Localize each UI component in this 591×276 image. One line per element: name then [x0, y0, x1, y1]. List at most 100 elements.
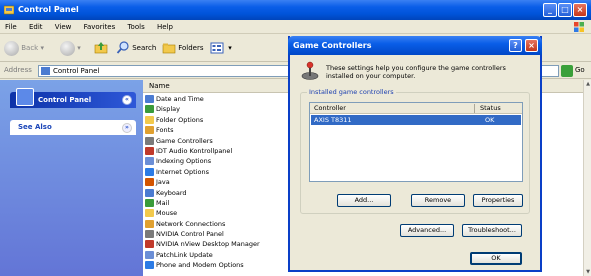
back-button[interactable]: Back ▾	[4, 40, 44, 56]
back-arrow-icon	[4, 40, 19, 56]
control-panel-item-icon	[145, 209, 154, 218]
control-panel-icon	[4, 5, 14, 15]
control-panel-section[interactable]: Control Panel «	[10, 88, 136, 108]
installed-controllers-group: Installed game controllers Controller St…	[300, 88, 530, 214]
list-item[interactable]: Date and Time	[143, 94, 260, 104]
column-separator[interactable]	[474, 104, 475, 113]
control-panel-item-icon	[145, 188, 154, 197]
up-folder-button[interactable]	[94, 40, 108, 56]
control-panel-item-icon	[145, 167, 154, 176]
task-pane: Control Panel « See Also »	[0, 80, 143, 276]
dialog-title: Game Controllers	[293, 41, 372, 50]
forward-button[interactable]: ▾	[60, 40, 81, 56]
go-arrow-icon[interactable]	[561, 65, 573, 77]
list-item[interactable]: Game Controllers	[143, 136, 260, 146]
help-button[interactable]: ?	[509, 39, 522, 52]
list-item-label: Game Controllers	[156, 136, 213, 145]
list-item-label: IDT Audio Kontrollpanel	[156, 146, 233, 155]
control-panel-small-icon	[41, 67, 50, 75]
control-panel-item-icon	[145, 178, 154, 187]
control-panel-item-icon	[145, 95, 154, 103]
ok-button[interactable]: OK	[470, 252, 522, 265]
menu-bar: File Edit View Favorites Tools Help	[0, 20, 591, 34]
list-item[interactable]: Mail	[143, 198, 260, 208]
joystick-icon	[301, 61, 319, 80]
control-panel-item-icon	[145, 250, 154, 259]
list-item[interactable]: NVIDIA nView Desktop Manager	[143, 239, 260, 249]
folders-icon	[162, 43, 176, 54]
list-item[interactable]: Folder Options	[143, 115, 260, 125]
control-panel-item-icon	[145, 261, 154, 270]
menu-tools[interactable]: Tools	[122, 20, 149, 34]
list-item[interactable]: Mouse	[143, 208, 260, 218]
up-folder-icon	[94, 42, 108, 54]
folders-button[interactable]: Folders	[162, 40, 204, 56]
list-item-label: Network Connections	[156, 219, 226, 228]
minimize-button[interactable]: _	[543, 3, 557, 17]
expand-chevron-icon[interactable]: »	[122, 123, 132, 133]
list-item-label: Java	[156, 178, 170, 187]
vertical-scrollbar[interactable]: ▲ ▼	[583, 80, 591, 276]
dialog-description: These settings help you configure the ga…	[326, 64, 506, 80]
views-button[interactable]: ▾	[210, 40, 232, 56]
list-item[interactable]: Indexing Options	[143, 156, 260, 166]
list-item-label: NVIDIA Control Panel	[156, 230, 224, 239]
items-list: Date and Time Display Folder Options Fonts G…	[143, 94, 260, 271]
list-item[interactable]: Display	[143, 104, 260, 114]
go-button[interactable]: Go	[575, 66, 585, 74]
controller-column-header[interactable]: Controller	[314, 103, 346, 114]
control-panel-item-icon	[145, 126, 154, 135]
status-column-header[interactable]: Status	[480, 103, 501, 114]
controllers-list[interactable]: Controller Status AXIS T8311 OK	[309, 102, 523, 182]
dialog-close-button[interactable]: ×	[525, 39, 538, 52]
views-icon	[210, 42, 224, 54]
list-item[interactable]: PatchLink Update	[143, 250, 260, 260]
list-item[interactable]: IDT Audio Kontrollpanel	[143, 146, 260, 156]
scroll-up-arrow[interactable]: ▲	[584, 80, 591, 88]
list-item-label: PatchLink Update	[156, 250, 213, 259]
list-item[interactable]: Phone and Modem Options	[143, 260, 260, 270]
remove-button[interactable]: Remove	[411, 194, 465, 207]
menu-edit[interactable]: Edit	[24, 20, 48, 34]
controller-name: AXIS T8311	[314, 116, 352, 124]
list-item-label: Display	[156, 105, 180, 114]
list-item[interactable]: Fonts	[143, 125, 260, 135]
control-panel-item-icon	[145, 230, 154, 239]
list-item-label: Folder Options	[156, 115, 204, 124]
list-item[interactable]: Network Connections	[143, 219, 260, 229]
list-item-label: Internet Options	[156, 167, 209, 176]
properties-button[interactable]: Properties	[473, 194, 523, 207]
menu-favorites[interactable]: Favorites	[79, 20, 121, 34]
controller-status: OK	[485, 116, 495, 124]
group-label: Installed game controllers	[307, 88, 396, 96]
game-controllers-dialog: Game Controllers ? × These settings help…	[288, 36, 542, 272]
collapse-chevron-icon[interactable]: «	[122, 95, 132, 105]
menu-view[interactable]: View	[50, 20, 77, 34]
menu-file[interactable]: File	[0, 20, 22, 34]
list-item[interactable]: Keyboard	[143, 188, 260, 198]
see-also-section[interactable]: See Also »	[10, 120, 136, 135]
forward-arrow-icon	[60, 40, 75, 56]
control-panel-item-icon	[145, 219, 154, 228]
list-item-label: Phone and Modem Options	[156, 261, 244, 270]
control-panel-item-icon	[145, 115, 154, 124]
add-button[interactable]: Add...	[337, 194, 391, 207]
controller-row[interactable]: AXIS T8311 OK	[311, 115, 521, 125]
menu-help[interactable]: Help	[152, 20, 178, 34]
list-item[interactable]: NVIDIA Control Panel	[143, 229, 260, 239]
troubleshoot-button[interactable]: Troubleshoot...	[462, 224, 522, 237]
scroll-down-arrow[interactable]: ▼	[584, 268, 591, 276]
list-item[interactable]: Internet Options	[143, 167, 260, 177]
window-title-bar[interactable]: Control Panel _ □ ×	[0, 0, 591, 20]
windows-flag-icon	[574, 22, 584, 32]
close-button[interactable]: ×	[573, 3, 587, 17]
list-item-label: Mail	[156, 198, 170, 207]
control-panel-item-icon	[145, 136, 154, 145]
search-button[interactable]: Search	[116, 40, 156, 56]
search-icon	[116, 41, 129, 54]
control-panel-item-icon	[145, 146, 154, 155]
dialog-title-bar[interactable]: Game Controllers ? ×	[288, 36, 542, 55]
advanced-button[interactable]: Advanced...	[400, 224, 454, 237]
list-item[interactable]: Java	[143, 177, 260, 187]
maximize-button[interactable]: □	[558, 3, 572, 17]
